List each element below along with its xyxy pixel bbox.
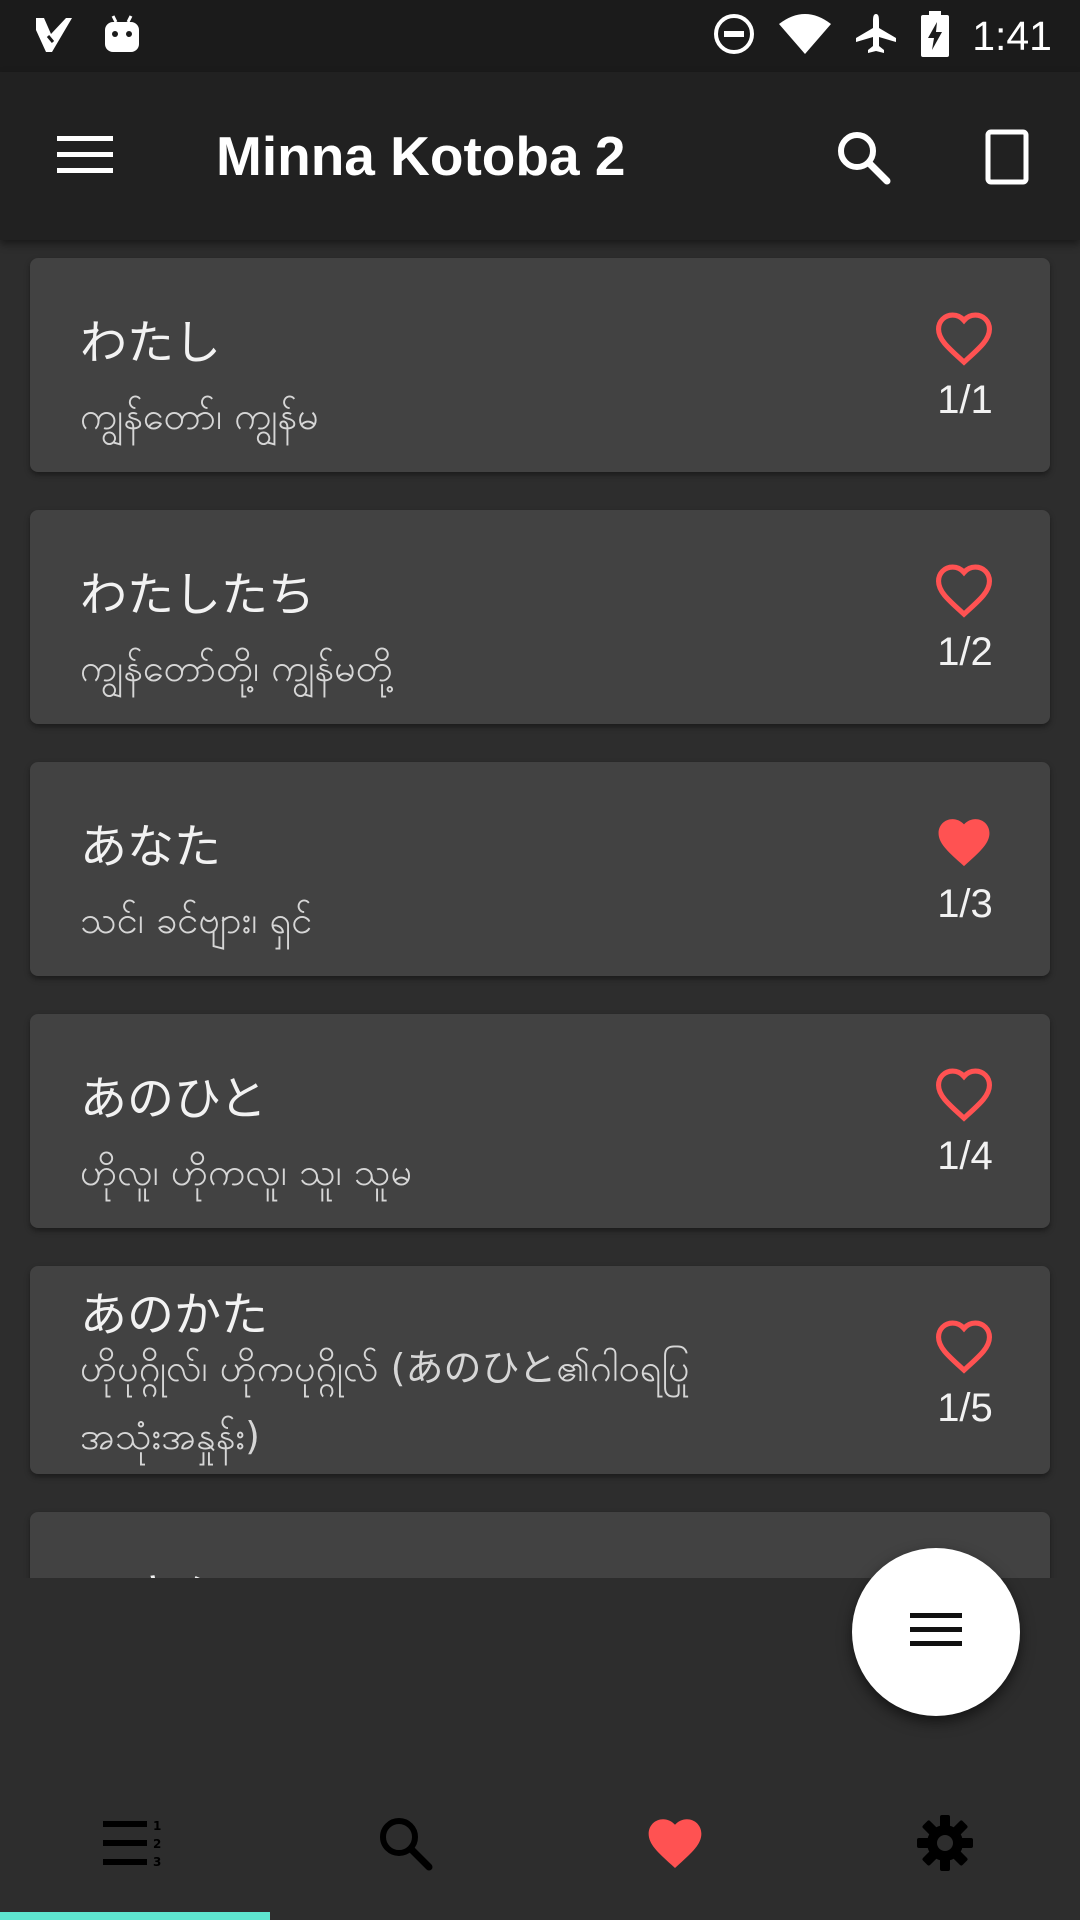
active-tab-indicator bbox=[0, 1912, 270, 1920]
svg-text:2: 2 bbox=[153, 1837, 161, 1851]
page-title: Minna Kotoba 2 bbox=[216, 125, 626, 187]
hamburger-menu-icon bbox=[57, 134, 113, 180]
word-index: 1/5 bbox=[937, 1386, 993, 1430]
menu-button[interactable] bbox=[40, 122, 130, 192]
nav-tab-settings[interactable] bbox=[810, 1770, 1080, 1920]
word-index: 1/2 bbox=[937, 630, 993, 674]
heart-outline-icon bbox=[935, 564, 993, 618]
japanese-word: 〜さん bbox=[80, 1558, 221, 1578]
favorite-button[interactable] bbox=[933, 562, 995, 618]
burmese-meaning: ဟိုပုဂ္ဂိုလ်၊ ဟိုကပုဂ္ဂိုလ် (あのひと၏ဂါဝရပြ… bbox=[80, 1346, 690, 1458]
numbered-list-icon: 1 2 3 bbox=[103, 1817, 167, 1873]
svg-text:3: 3 bbox=[153, 1855, 161, 1869]
fab-menu-button[interactable] bbox=[852, 1548, 1020, 1716]
word-card[interactable]: あのひと ဟိုလူ၊ ဟိုကလူ၊ သူ၊ သူမ 1/4 bbox=[30, 1014, 1050, 1228]
favorite-button[interactable] bbox=[933, 1318, 995, 1374]
word-index: 1/3 bbox=[937, 882, 993, 926]
burmese-meaning: ဟိုလူ၊ ဟိုကလူ၊ သူ၊ သူမ bbox=[80, 1150, 413, 1194]
heart-outline-icon bbox=[935, 1320, 993, 1374]
nav-tab-search[interactable] bbox=[270, 1770, 540, 1920]
word-card[interactable]: あのかた ဟိုပုဂ္ဂိုလ်၊ ဟိုကပုဂ္ဂိုလ် (あのひと၏ဂ… bbox=[30, 1266, 1050, 1474]
japanese-word: わたし bbox=[80, 316, 221, 371]
heart-outline-icon bbox=[935, 1068, 993, 1122]
task-check-icon bbox=[34, 14, 74, 58]
favorite-button[interactable] bbox=[933, 814, 995, 870]
word-index: 1/4 bbox=[937, 1134, 993, 1178]
nav-tab-word-list[interactable]: 1 2 3 bbox=[0, 1770, 270, 1920]
word-card[interactable]: わたしたち ကျွန်တော်တို့၊ ကျွန်မတို့ 1/2 bbox=[30, 510, 1050, 724]
airplane-mode-icon bbox=[854, 12, 898, 60]
favorite-button[interactable] bbox=[933, 1066, 995, 1122]
svg-text:1: 1 bbox=[153, 1819, 161, 1833]
heart-filled-icon bbox=[938, 819, 990, 867]
page-view-icon bbox=[985, 129, 1029, 189]
favorite-button[interactable] bbox=[933, 310, 995, 366]
menu-lines-icon bbox=[910, 1611, 962, 1653]
do-not-disturb-icon bbox=[712, 12, 756, 60]
status-bar: 1:41 bbox=[0, 0, 1080, 72]
toolbar-search-button[interactable] bbox=[828, 124, 898, 194]
japanese-word: わたしたち bbox=[80, 568, 315, 623]
word-list[interactable]: わたし ကျွန်တော်၊ ကျွန်မ 1/1 わたしたち ကျွန်တော… bbox=[0, 240, 1080, 1578]
japanese-word: あなた bbox=[80, 820, 221, 875]
android-icon bbox=[104, 14, 140, 58]
status-clock: 1:41 bbox=[972, 12, 1052, 59]
search-icon bbox=[835, 129, 891, 189]
burmese-meaning: သင်၊ ခင်ဗျား၊ ရှင် bbox=[80, 898, 313, 942]
word-card[interactable]: あなた သင်၊ ခင်ဗျား၊ ရှင် 1/3 bbox=[30, 762, 1050, 976]
burmese-meaning: ကျွန်တော်၊ ကျွန်မ bbox=[80, 394, 319, 438]
word-index: 1/1 bbox=[937, 378, 993, 422]
page-view-button[interactable] bbox=[972, 124, 1042, 194]
settings-gear-icon bbox=[915, 1813, 975, 1877]
japanese-word: あのひと bbox=[80, 1072, 267, 1127]
search-icon bbox=[377, 1815, 433, 1875]
wifi-icon bbox=[778, 12, 832, 60]
heart-icon bbox=[643, 1814, 707, 1876]
word-card[interactable]: わたし ကျွန်တော်၊ ကျွန်မ 1/1 bbox=[30, 258, 1050, 472]
battery-charging-icon bbox=[920, 10, 950, 62]
app-bar: Minna Kotoba 2 bbox=[0, 72, 1080, 240]
bottom-navigation: 1 2 3 bbox=[0, 1770, 1080, 1920]
nav-tab-favorites[interactable] bbox=[540, 1770, 810, 1920]
heart-outline-icon bbox=[935, 312, 993, 366]
burmese-meaning: ကျွန်တော်တို့၊ ကျွန်မတို့ bbox=[80, 646, 393, 690]
